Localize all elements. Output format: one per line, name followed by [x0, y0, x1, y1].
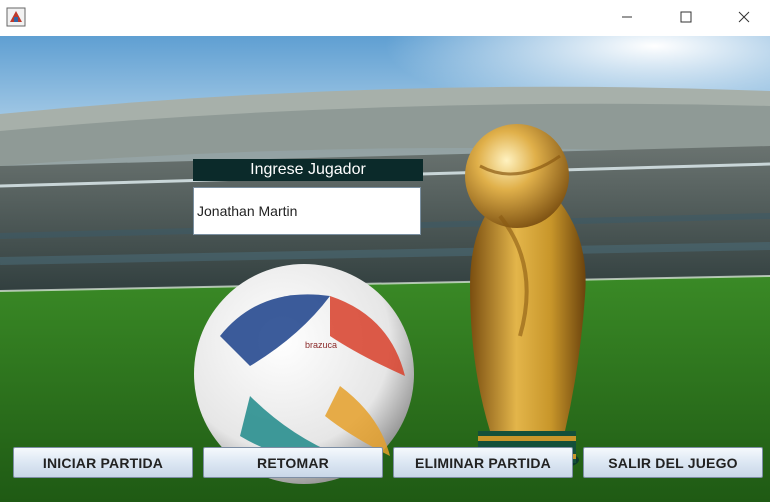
ball-brand-label: brazuca — [305, 340, 337, 350]
stadium-illustration: brazuca — [0, 36, 770, 502]
exit-game-button[interactable]: SALIR DEL JUEGO — [583, 447, 763, 478]
title-bar — [0, 0, 770, 36]
minimize-icon — [622, 16, 632, 18]
player-name-input[interactable] — [193, 187, 421, 235]
stadium-background: brazuca Ingrese Jugador INICIAR PARTIDA … — [0, 36, 770, 502]
resume-button[interactable]: RETOMAR — [203, 447, 383, 478]
close-icon — [738, 11, 750, 23]
close-button[interactable] — [715, 0, 770, 34]
minimize-button[interactable] — [598, 0, 656, 34]
player-label: Ingrese Jugador — [193, 159, 423, 181]
maximize-icon — [680, 11, 692, 23]
start-game-button[interactable]: INICIAR PARTIDA — [13, 447, 193, 478]
maximize-button[interactable] — [657, 0, 715, 34]
java-app-icon — [6, 7, 26, 27]
delete-game-button[interactable]: ELIMINAR PARTIDA — [393, 447, 573, 478]
